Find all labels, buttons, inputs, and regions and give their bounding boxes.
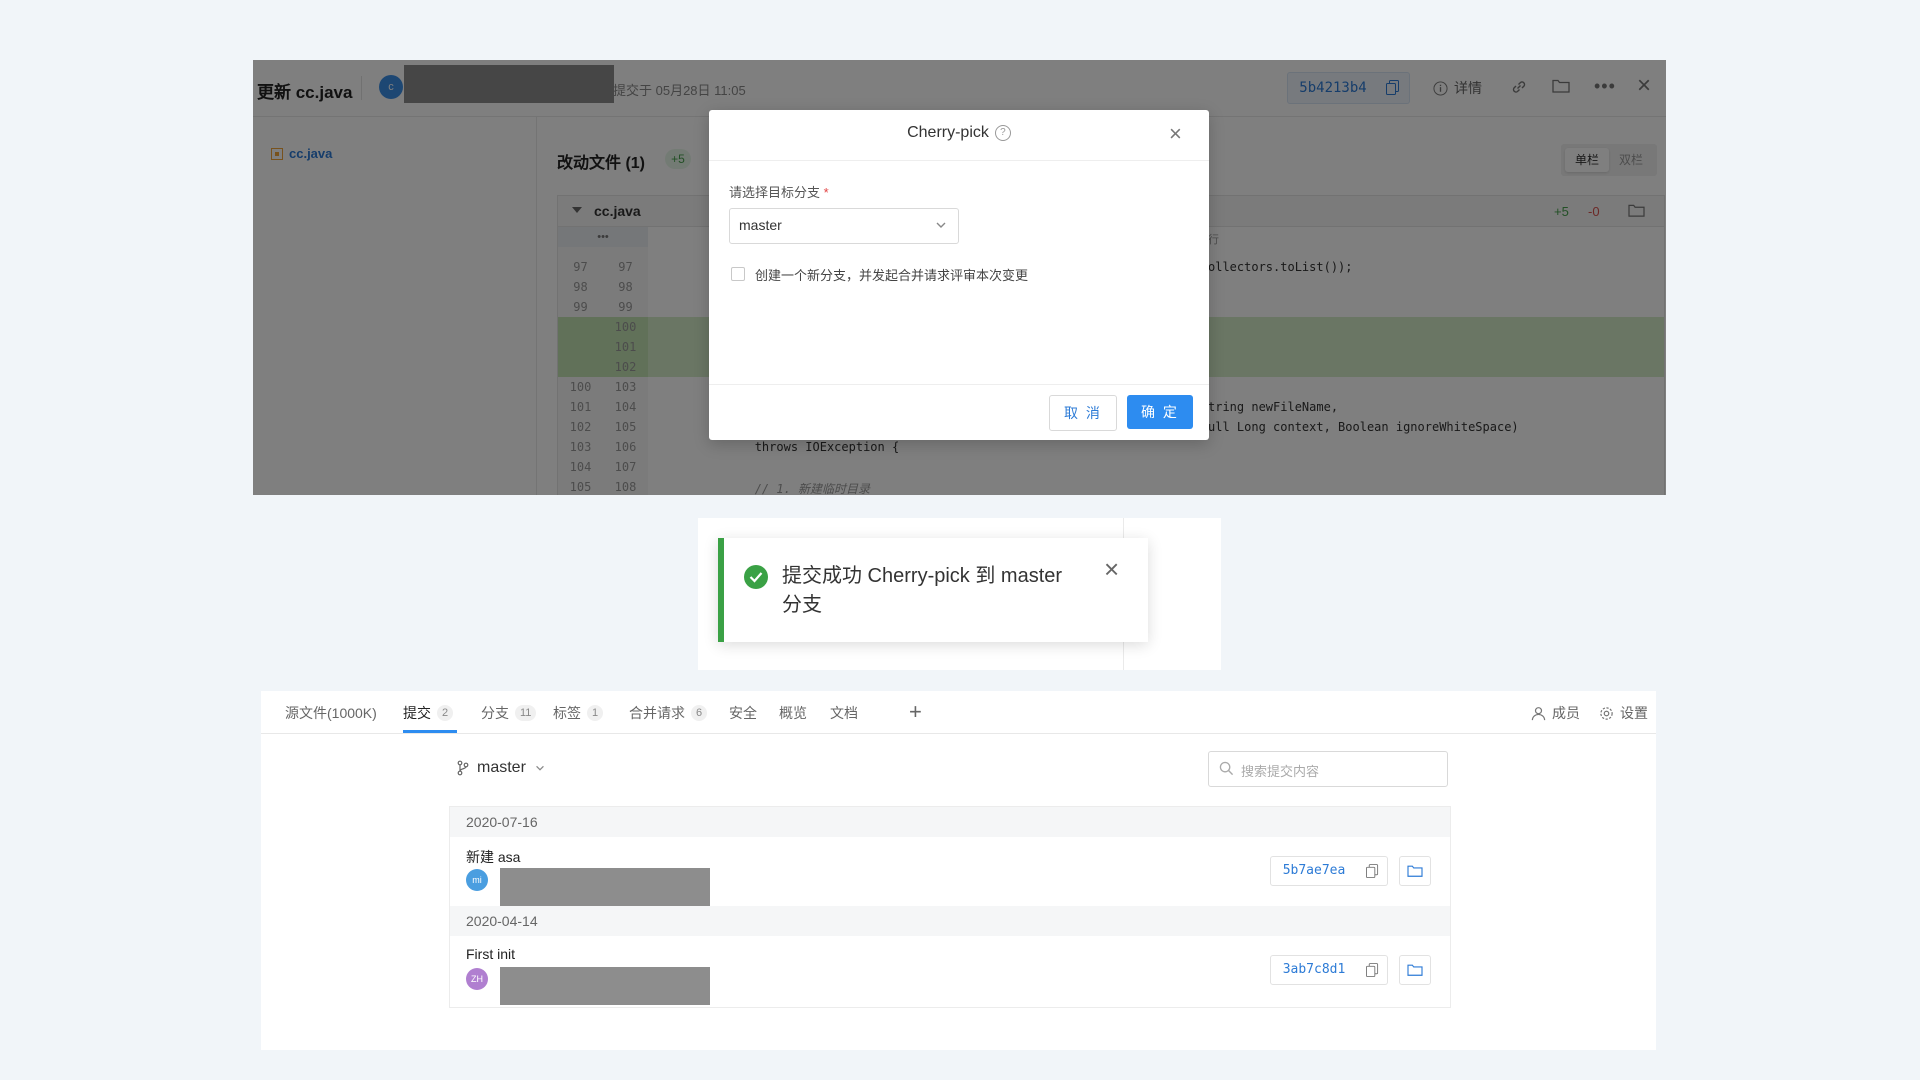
tab-item[interactable]: 标签 1 (553, 703, 604, 723)
close-toast-icon[interactable]: × (1104, 556, 1119, 582)
repo-tabbar: 源文件(1000K) 提交 2 分支 11 标签 1 合并请求 6 安全 概览 文档 + 成员 设置 (261, 691, 1656, 734)
redacted-author (500, 868, 710, 906)
repo-commits-panel: 源文件(1000K) 提交 2 分支 11 标签 1 合并请求 6 安全 概览 文档 + 成员 设置 … (261, 691, 1656, 1050)
active-tab-indicator (403, 730, 457, 733)
tab-count: 2 (437, 705, 454, 721)
redacted-author (500, 967, 710, 1005)
members-label: 成员 (1552, 705, 1580, 721)
required-mark: * (823, 185, 829, 200)
commit-hash[interactable]: 3ab7c8d1 (1270, 955, 1358, 985)
chevron-down-icon (936, 222, 946, 228)
branch-selector-label: master (477, 759, 526, 776)
tab-label: 源文件(1000K) (285, 705, 377, 721)
search-icon (1219, 761, 1234, 776)
folder-icon (1407, 865, 1423, 877)
tab-label: 概览 (779, 705, 807, 721)
tab-item[interactable]: 提交 2 (403, 703, 454, 723)
close-dialog-icon[interactable]: × (1169, 123, 1182, 145)
toast-message: 提交成功 Cherry-pick 到 master 分支 (782, 565, 1063, 616)
tab-item[interactable]: 文档 (830, 703, 858, 723)
commit-date-row: 2020-04-14 (450, 906, 1450, 936)
tab-count: 6 (691, 705, 708, 721)
tab-label: 提交 (403, 705, 431, 721)
tab-item[interactable]: 分支 11 (481, 703, 537, 723)
commit-date: 2020-04-14 (466, 913, 538, 929)
commit-date: 2020-07-16 (466, 814, 538, 830)
browse-files-button[interactable] (1399, 856, 1431, 886)
members-link[interactable]: 成员 (1531, 703, 1580, 723)
success-toast: 提交成功 Cherry-pick 到 master 分支 × (718, 538, 1148, 642)
branch-selector[interactable]: master (457, 759, 546, 777)
tab-label: 分支 (481, 705, 509, 721)
dialog-title-text: Cherry-pick (907, 124, 989, 141)
commit-date-row: 2020-07-16 (450, 807, 1450, 837)
target-branch-label-text: 请选择目标分支 (729, 185, 821, 200)
cherry-pick-dialog: Cherry-pick? × 请选择目标分支 * master 创建一个新分支，… (709, 110, 1209, 440)
new-branch-checkbox[interactable] (731, 267, 745, 281)
author-avatar[interactable]: mi (466, 869, 488, 891)
tab-label: 标签 (553, 705, 581, 721)
commit-group: 2020-04-14 First init ZH 3ab7c8d1 (450, 906, 1450, 1005)
target-branch-label: 请选择目标分支 * (729, 182, 829, 201)
tab-count: 11 (515, 705, 537, 721)
copy-hash-button[interactable] (1357, 955, 1388, 985)
copy-icon (1365, 863, 1378, 878)
commit-message[interactable]: First init (466, 946, 515, 962)
target-branch-value: master (739, 217, 782, 233)
tab-label: 合并请求 (629, 705, 685, 721)
add-tab-icon[interactable]: + (909, 699, 922, 725)
author-avatar[interactable]: ZH (466, 968, 488, 990)
commit-hash[interactable]: 5b7ae7ea (1270, 856, 1358, 886)
commit-group: 2020-07-16 新建 asa mi 5b7ae7ea (450, 807, 1450, 906)
search-placeholder: 搜索提交内容 (1241, 764, 1320, 779)
confirm-button[interactable]: 确 定 (1127, 395, 1193, 429)
help-icon[interactable]: ? (994, 124, 1011, 141)
tab-item[interactable]: 安全 (729, 703, 757, 723)
browse-files-button[interactable] (1399, 955, 1431, 985)
commit-search-input[interactable]: 搜索提交内容 (1208, 751, 1448, 787)
gear-icon (1600, 706, 1613, 720)
copy-hash-button[interactable] (1357, 856, 1388, 886)
success-check-icon (744, 565, 768, 589)
toast-accent-bar (718, 538, 724, 642)
new-branch-label[interactable]: 创建一个新分支，并发起合并请求评审本次变更 (755, 265, 1028, 284)
tab-label: 文档 (830, 705, 858, 721)
settings-link[interactable]: 设置 (1599, 703, 1648, 723)
commit-list: 2020-07-16 新建 asa mi 5b7ae7ea 2020-04-14 Firs… (449, 806, 1451, 1008)
user-icon (1531, 706, 1546, 720)
git-branch-icon (457, 760, 469, 776)
dialog-divider (709, 160, 1209, 161)
dialog-title: Cherry-pick? (709, 124, 1209, 142)
tab-item[interactable]: 合并请求 6 (629, 703, 708, 723)
cancel-button[interactable]: 取 消 (1049, 395, 1117, 431)
dialog-footer-divider (709, 384, 1209, 385)
copy-icon (1365, 962, 1378, 977)
folder-icon (1407, 964, 1423, 976)
tab-item[interactable]: 源文件(1000K) (285, 703, 377, 723)
chevron-down-icon (536, 765, 544, 771)
tab-count: 1 (587, 705, 604, 721)
settings-label: 设置 (1620, 705, 1648, 721)
tab-item[interactable]: 概览 (779, 703, 807, 723)
commit-message[interactable]: 新建 asa (466, 847, 520, 867)
tab-label: 安全 (729, 705, 757, 721)
target-branch-select[interactable]: master (729, 208, 959, 244)
